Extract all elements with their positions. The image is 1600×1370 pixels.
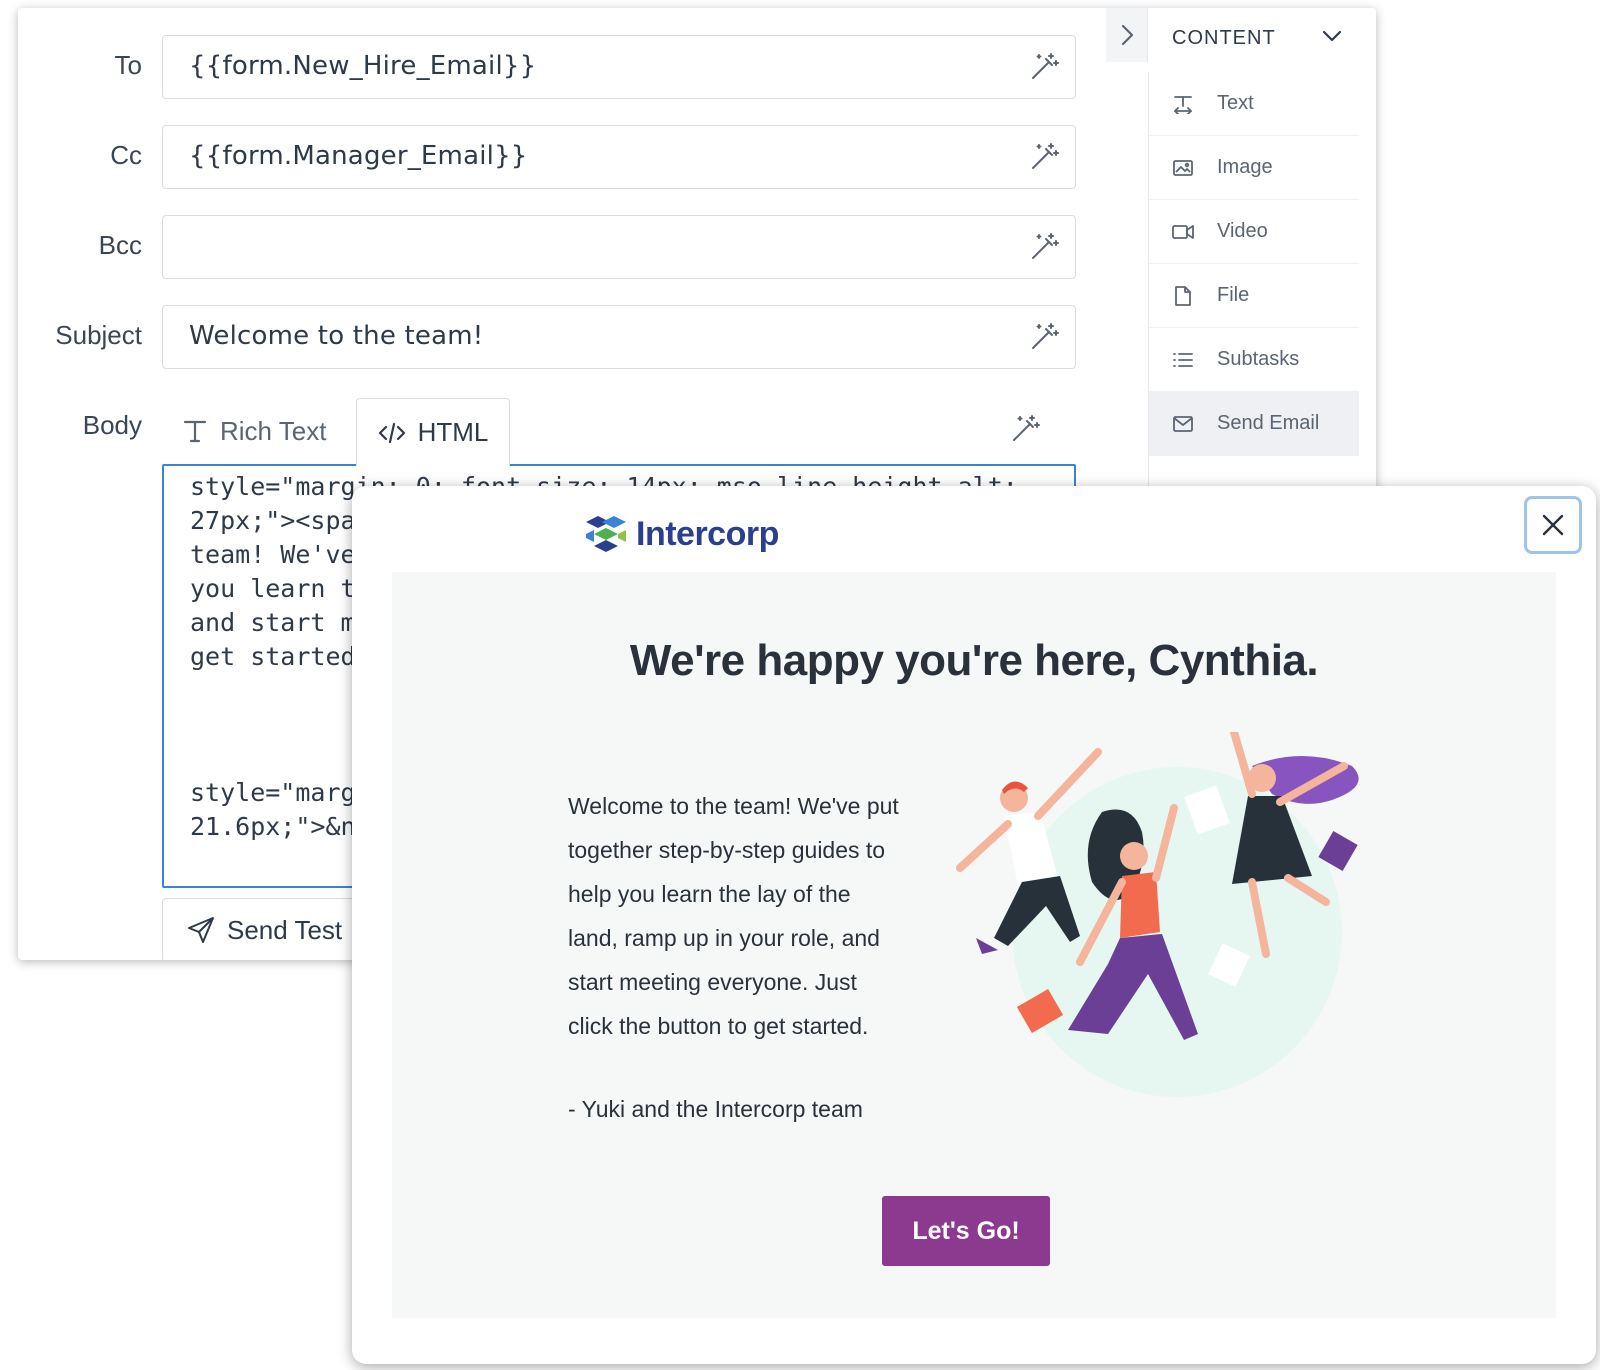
paragraph-line: start meeting everyone. Just	[568, 969, 857, 995]
content-item-subtasks[interactable]: Subtasks	[1149, 328, 1359, 392]
email-paragraph: Welcome to the team! We've put together …	[568, 784, 968, 1048]
jumping-people-illustration	[956, 732, 1359, 1097]
cc-field-value: {{form.Manager_Email}}	[189, 141, 528, 171]
code-line: and start m	[190, 608, 356, 637]
tab-rich-text-label: Rich Text	[220, 415, 327, 446]
tab-html-label: HTML	[417, 417, 489, 447]
cc-field[interactable]: {{form.Manager_Email}}	[162, 125, 1076, 189]
content-item-image[interactable]: Image	[1149, 136, 1359, 200]
content-item-label: Image	[1217, 156, 1273, 178]
content-item-label: Subtasks	[1217, 348, 1300, 370]
paragraph-line: click the button to get started.	[568, 1013, 869, 1039]
tab-rich-text[interactable]: Rich Text	[182, 398, 350, 464]
email-headline: We're happy you're here, Cynthia.	[629, 636, 1319, 685]
close-button[interactable]	[1524, 496, 1582, 554]
text-format-icon	[182, 418, 208, 444]
content-item-text[interactable]: Text	[1149, 72, 1359, 136]
email-body-preview: We're happy you're here, Cynthia. Welcom…	[392, 572, 1556, 1318]
code-line: style="marg	[190, 778, 356, 807]
content-item-label: Video	[1217, 220, 1268, 242]
magic-wand-icon[interactable]	[1029, 322, 1059, 352]
lets-go-button[interactable]: Let's Go!	[882, 1196, 1050, 1266]
code-line: you learn t	[190, 574, 356, 603]
code-line: 27px;"><spa	[190, 506, 356, 535]
text-format-icon	[1171, 94, 1195, 114]
code-line: 21.6px;">&n	[190, 812, 356, 841]
to-field-value: {{form.New_Hire_Email}}	[189, 51, 537, 81]
intercorp-logo: Intercorp	[584, 514, 779, 554]
subject-field-value: Welcome to the team!	[189, 321, 484, 351]
content-item-video[interactable]: Video	[1149, 200, 1359, 264]
body-label: Body	[82, 410, 142, 440]
content-item-label: Text	[1217, 92, 1254, 114]
cc-label: Cc	[110, 140, 142, 170]
video-icon	[1171, 224, 1195, 240]
image-icon	[1171, 159, 1195, 177]
magic-wand-icon[interactable]	[1029, 142, 1059, 172]
intercorp-logo-icon	[586, 516, 626, 552]
email-signature: - Yuki and the Intercorp team	[568, 1096, 863, 1122]
bcc-field[interactable]	[162, 215, 1076, 279]
to-field[interactable]: {{form.New_Hire_Email}}	[162, 35, 1076, 99]
file-icon	[1171, 285, 1195, 306]
panel-toggle-button[interactable]	[1106, 8, 1148, 62]
bcc-label: Bcc	[98, 230, 142, 260]
close-icon	[1542, 514, 1564, 536]
chevron-right-icon	[1121, 24, 1133, 46]
chevron-down-icon[interactable]	[1322, 30, 1342, 42]
magic-wand-icon[interactable]	[1029, 52, 1059, 82]
code-line: get started	[190, 642, 356, 671]
magic-wand-icon[interactable]	[1029, 232, 1059, 262]
paper-plane-icon	[187, 916, 215, 944]
code-icon	[378, 421, 406, 445]
paragraph-line: Welcome to the team! We've put	[568, 793, 899, 819]
paragraph-line: land, ramp up in your role, and	[568, 925, 880, 951]
content-item-label: Send Email	[1217, 412, 1320, 434]
content-item-label: File	[1217, 284, 1250, 306]
email-preview-modal: Intercorp We're happy you're here, Cynth…	[352, 486, 1596, 1364]
tab-html[interactable]: HTML	[356, 398, 510, 466]
subject-field[interactable]: Welcome to the team!	[162, 305, 1076, 369]
send-test-label: Send Test	[227, 914, 343, 945]
to-label: To	[114, 50, 142, 80]
magic-wand-icon[interactable]	[1010, 414, 1040, 444]
content-item-file[interactable]: File	[1149, 264, 1359, 328]
subject-label: Subject	[55, 320, 142, 350]
envelope-icon	[1171, 415, 1195, 432]
brand-name: Intercorp	[636, 514, 779, 553]
send-test-button[interactable]: Send Test	[162, 898, 382, 960]
code-line: team! We've	[190, 540, 356, 569]
content-item-send-email[interactable]: Send Email	[1149, 392, 1359, 456]
paragraph-line: together step-by-step guides to	[568, 837, 886, 863]
paragraph-line: help you learn the lay of the	[568, 881, 851, 907]
list-icon	[1171, 351, 1195, 369]
content-panel-title[interactable]: CONTENT	[1172, 27, 1276, 50]
